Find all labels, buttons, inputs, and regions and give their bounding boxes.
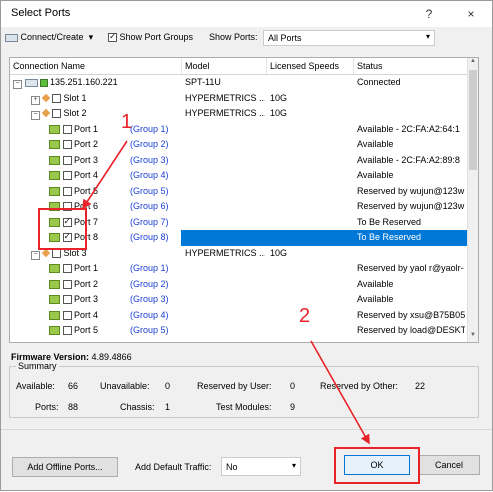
- arrow-to-ok: [310, 340, 370, 445]
- select-ports-dialog: Select Ports ? × Connect/Create ▾ Show P…: [0, 0, 493, 491]
- annotation-arrows: [82, 140, 370, 445]
- arrow-to-ports: [82, 140, 128, 210]
